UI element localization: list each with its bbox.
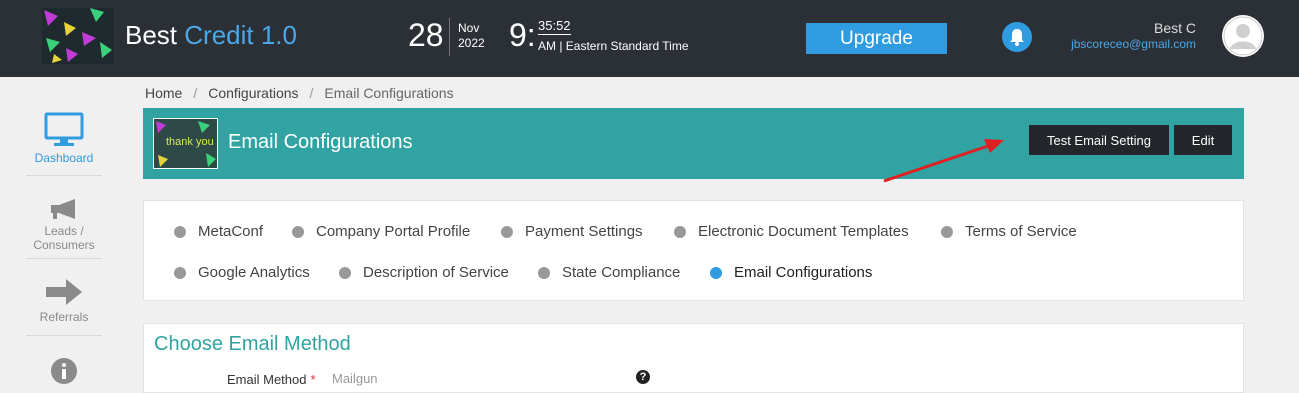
tab-description-of-service[interactable]: Description of Service — [339, 264, 509, 281]
brand-logo[interactable] — [42, 8, 114, 64]
date-divider — [449, 18, 450, 56]
tab-company-portal-profile[interactable]: Company Portal Profile — [292, 223, 470, 240]
date-day: 28 — [408, 17, 444, 53]
sidebar-divider — [26, 335, 102, 336]
megaphone-icon — [47, 199, 81, 224]
tab-email-configurations[interactable]: Email Configurations — [710, 264, 872, 281]
notification-bell-icon[interactable] — [1002, 22, 1032, 52]
monitor-icon — [44, 112, 84, 151]
sidebar-item-referrals[interactable]: Referrals — [26, 277, 102, 324]
arrow-right-icon — [44, 279, 84, 310]
top-bar: Best Credit 1.0 28 Nov 2022 9: 35:52 AM |… — [0, 0, 1299, 77]
edit-button[interactable]: Edit — [1174, 125, 1232, 155]
date-month-year: Nov 2022 — [458, 21, 485, 50]
sidebar-divider — [26, 175, 102, 176]
thumbnail-text: thank you — [166, 136, 214, 148]
user-name[interactable]: Best C — [1154, 20, 1196, 36]
breadcrumb-home[interactable]: Home — [145, 85, 182, 101]
sidebar: Dashboard Leads / Consumers Referrals — [0, 77, 128, 384]
sidebar-item-info[interactable] — [26, 357, 102, 388]
breadcrumb-configurations[interactable]: Configurations — [208, 85, 298, 101]
user-avatar[interactable] — [1222, 15, 1264, 57]
email-method-value[interactable]: Mailgun — [332, 371, 378, 386]
required-mark: * — [310, 372, 316, 387]
company-thumbnail: thank you — [153, 118, 218, 169]
email-method-label: Email Method * — [227, 372, 316, 387]
tab-terms-of-service[interactable]: Terms of Service — [941, 223, 1077, 240]
test-email-setting-button[interactable]: Test Email Setting — [1029, 125, 1169, 155]
sidebar-item-dashboard[interactable]: Dashboard — [26, 112, 102, 165]
time-meridiem-timezone: AM | Eastern Standard Time — [538, 39, 689, 53]
tab-electronic-document-templates[interactable]: Electronic Document Templates — [674, 223, 909, 240]
tab-payment-settings[interactable]: Payment Settings — [501, 223, 643, 240]
time-minutes-seconds: 35:52 — [538, 18, 571, 35]
question-help-icon[interactable]: ? — [636, 370, 650, 384]
time-hour: 9: — [509, 17, 536, 53]
upgrade-button[interactable]: Upgrade — [806, 23, 947, 54]
tab-metaconf[interactable]: MetaConf — [174, 223, 263, 240]
user-email[interactable]: jbscoreceo@gmail.com — [1071, 37, 1196, 51]
page-title: Email Configurations — [228, 131, 413, 153]
config-tabs: MetaConf Company Portal Profile Payment … — [143, 200, 1244, 301]
tab-state-compliance[interactable]: State Compliance — [538, 264, 680, 281]
info-icon — [50, 358, 78, 388]
sidebar-divider — [26, 258, 102, 259]
tab-google-analytics[interactable]: Google Analytics — [174, 264, 310, 281]
sidebar-item-leads-consumers[interactable]: Leads / Consumers — [26, 197, 102, 252]
breadcrumb: Home / Configurations / Email Configurations — [145, 85, 454, 101]
page-header: thank you Email Configurations Test Emai… — [143, 108, 1244, 179]
breadcrumb-current: Email Configurations — [324, 85, 454, 101]
brand-name[interactable]: Best Credit 1.0 — [125, 20, 297, 51]
section-title: Choose Email Method — [154, 333, 351, 355]
annotation-arrow — [883, 139, 1004, 183]
